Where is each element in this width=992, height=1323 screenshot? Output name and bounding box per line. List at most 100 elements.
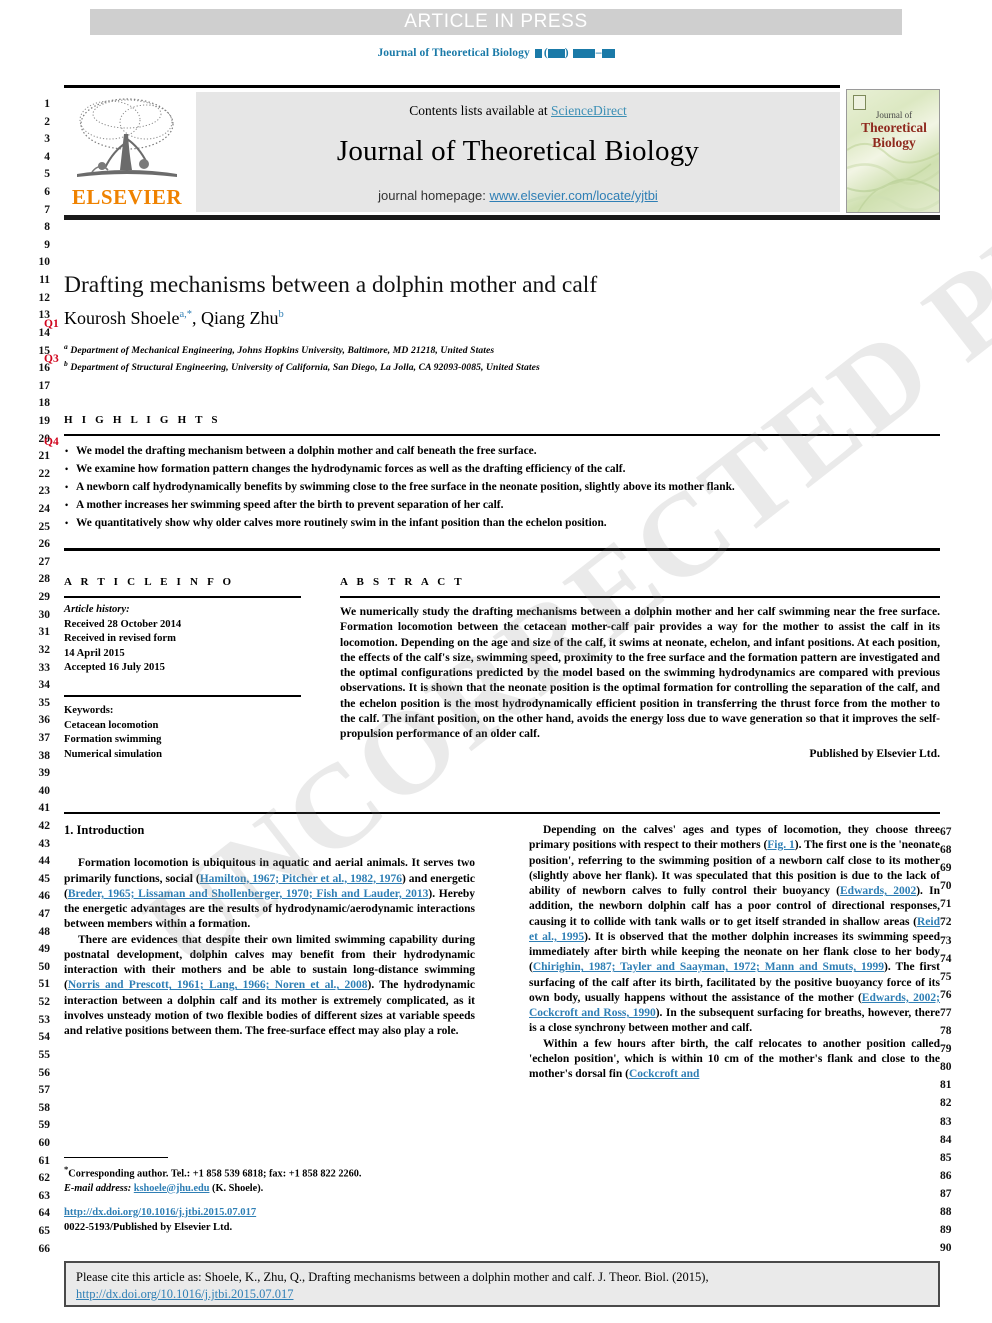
paragraph: Formation locomotion is ubiquitous in aq… [64,856,475,932]
line-number: 41 [38,802,51,815]
query-marker-q1[interactable]: Q1 [44,318,59,330]
line-number: 5 [44,168,50,181]
line-number: 86 [940,1169,952,1182]
line-number: 21 [38,450,51,463]
line-number: 34 [38,679,51,692]
line-number: 27 [38,555,51,568]
list-item: A newborn calf hydrodynamically benefits… [64,479,940,496]
line-number: 69 [940,862,952,875]
line-number: 80 [940,1061,952,1074]
line-number: 23 [38,485,51,498]
line-number: 4 [44,150,50,163]
page-title: Drafting mechanisms between a dolphin mo… [64,272,598,298]
line-number: 65 [38,1225,51,1237]
article-info-rule [64,596,301,598]
sciencedirect-masthead: Contents lists available at ScienceDirec… [196,92,840,212]
line-number: 73 [940,934,952,947]
line-number: 25 [38,520,51,533]
citation-link[interactable]: Hamilton, 1967; Pitcher et al., 1982, 19… [200,873,402,885]
list-item: We examine how formation pattern changes… [64,461,940,478]
line-number: 29 [38,591,51,604]
query-marker-q4[interactable]: Q4 [44,436,59,448]
section-heading-introduction: 1. Introduction [64,823,145,837]
abstract-label: A B S T R A C T [340,576,465,588]
journal-title: Journal of Theoretical Biology [336,135,700,167]
cite-this-article-box: Please cite this article as: Shoele, K.,… [64,1261,940,1307]
line-number: 24 [38,503,51,516]
body-column-left: 1. Introduction Formation locomotion is … [64,823,475,1039]
author-1-affiliation-marker: a,* [179,309,193,320]
line-number: 61 [38,1154,51,1167]
line-number: 1 [44,98,50,110]
cite-url-part1: http://dx. [76,1287,122,1301]
line-number: 82 [940,1097,952,1110]
citation-link[interactable]: Breder, 1965; Lissaman and Shollenberger… [68,888,429,900]
line-number: 90 [940,1242,952,1255]
line-number: 85 [940,1151,952,1164]
cite-prefix: Please cite this article as: Shoele, K.,… [76,1270,709,1284]
abstract-bottom-rule [64,812,940,815]
doi-link[interactable]: http://dx.doi.org/10.1016/j.jtbi.2015.07… [64,1207,256,1218]
line-number: 35 [38,696,51,709]
highlights-bottom-rule [64,548,940,551]
line-number: 58 [38,1101,51,1114]
line-number: 47 [38,908,51,921]
contents-prefix: Contents lists available at [409,103,551,118]
line-number: 17 [38,379,51,392]
email-note: E-mail address: kshoele@jhu.edu (K. Shoe… [64,1182,475,1196]
paragraph: Depending on the calves' ages and types … [529,823,940,1037]
line-numbers-right: 67 68 69 70 71 72 73 74 75 76 77 78 79 80 81 82 83 84 85 86… [940,823,970,1257]
corresponding-author-note: *Corresponding author. Tel.: +1 858 539 … [64,1164,362,1180]
line-number: 30 [38,608,51,621]
line-number: 83 [940,1115,952,1128]
line-number: 71 [940,898,952,911]
journal-cover-logo-icon [853,95,866,110]
article-history: Article history: Received 28 October 201… [64,603,301,676]
highlights-ul: We model the drafting mechanism between … [64,443,940,532]
line-number: 19 [38,414,51,427]
line-number: 57 [38,1084,51,1097]
article-history-label: Article history: [64,604,130,615]
line-number: 31 [38,626,51,639]
line-number: 43 [38,837,51,850]
line-number: 74 [940,952,952,965]
journal-cover-title: Journal of Theoretical Biology [847,110,939,151]
citation-link[interactable]: Norris and Prescott, 1961; Lang, 1966; N… [68,979,368,991]
line-number: 3 [44,133,50,146]
affiliation-a-text: Department of Mechanical Engineering, Jo… [70,345,495,357]
accepted-date: Accepted 16 July 2015 [64,662,165,674]
keyword-item: Numerical simulation [64,748,162,760]
line-number: 7 [44,203,50,216]
line-number: 32 [38,643,51,656]
highlights-list: We model the drafting mechanism between … [64,443,940,533]
line-number: 66 [38,1242,51,1255]
journal-homepage-line: journal homepage: www.elsevier.com/locat… [196,188,840,203]
line-number: 76 [940,988,952,1001]
highlights-top-rule [64,434,940,436]
elsevier-wordmark: ELSEVIER [71,185,183,209]
cite-doi-link[interactable]: http://dx.doi.org/10.1016/j.jtbi.2015.07… [76,1287,294,1301]
line-number: 48 [38,925,51,938]
line-number: 87 [940,1187,952,1200]
author-2: Qiang Zhu [201,308,279,328]
cover-line-3: Biology [872,135,916,151]
line-number: 68 [940,844,952,857]
figure-reference-link[interactable]: Fig. 1 [767,839,794,851]
citation-link[interactable]: Chirighin, 1987; Tayler and Saayman, 197… [533,961,884,973]
keyword-item: Cetacean locomotion [64,719,159,731]
doi-block: http://dx.doi.org/10.1016/j.jtbi.2015.07… [64,1206,475,1235]
elsevier-logo: ELSEVIER [66,92,188,212]
sciencedirect-link[interactable]: ScienceDirect [551,103,627,118]
homepage-prefix: journal homepage: [378,188,490,203]
abstract-text: We numerically study the drafting mechan… [340,604,940,761]
line-number: 88 [940,1205,952,1218]
citation-link[interactable]: Edwards, 2002 [840,885,916,897]
email-label: E-mail address: [64,1182,132,1194]
email-link[interactable]: kshoele@jhu.edu [134,1183,210,1194]
query-marker-q3[interactable]: Q3 [44,353,59,365]
line-number: 64 [38,1207,51,1220]
line-number: 22 [38,467,51,480]
line-number: 42 [38,819,51,832]
citation-link[interactable]: Cockcroft and [629,1068,699,1080]
journal-homepage-link[interactable]: www.elsevier.com/locate/yjtbi [489,188,657,203]
